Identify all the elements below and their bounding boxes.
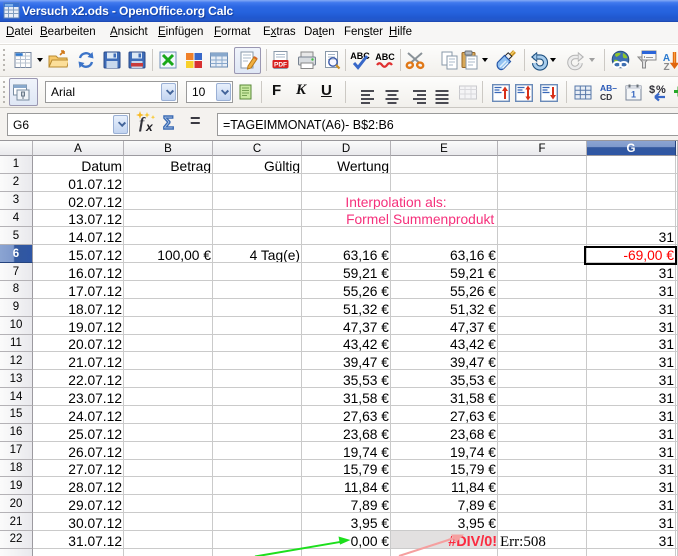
- svg-text:PDF: PDF: [274, 62, 287, 69]
- svg-text:ABC: ABC: [375, 52, 395, 62]
- svg-text:$: $: [649, 84, 655, 96]
- svg-text:Z: Z: [663, 62, 669, 72]
- svg-text:1: 1: [631, 90, 636, 100]
- svg-text:ABC: ABC: [350, 51, 370, 61]
- svg-text:CD: CD: [600, 92, 612, 102]
